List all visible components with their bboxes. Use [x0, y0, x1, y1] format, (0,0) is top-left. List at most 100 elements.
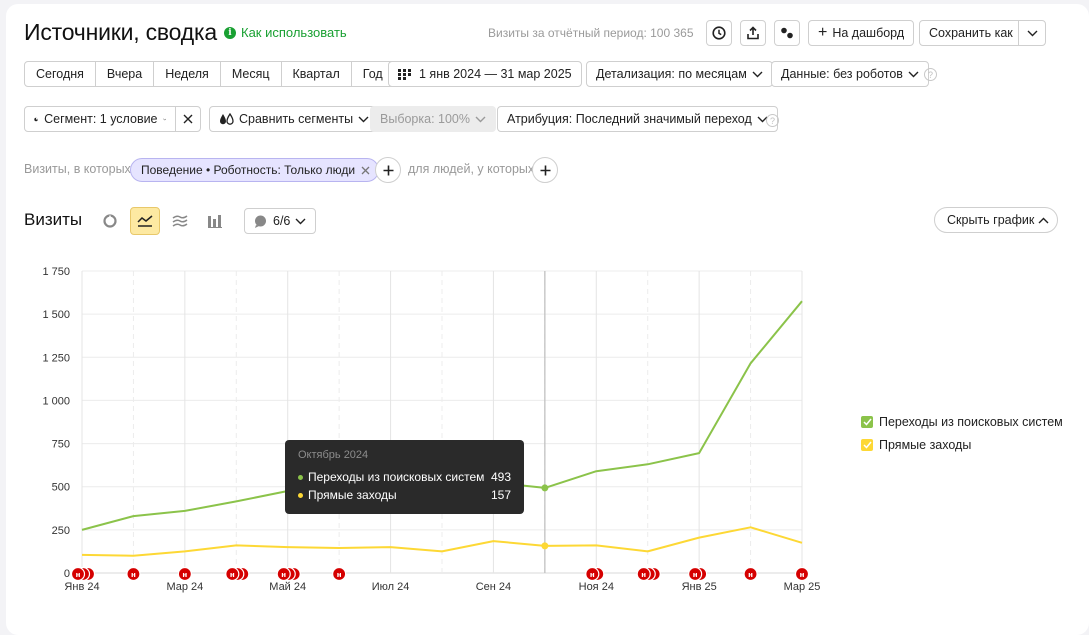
- filters-visits-label: Визиты, в которых: [24, 162, 131, 176]
- tooltip-name: Прямые заходы: [308, 488, 397, 502]
- plus-icon: [540, 165, 550, 175]
- bar-chart-icon: [208, 214, 222, 228]
- section-title: Визиты: [24, 210, 83, 229]
- tooltip-value: 157: [490, 488, 511, 502]
- filter-chip[interactable]: Поведение • Роботность: Только люди: [130, 158, 380, 182]
- annotation-glyph: н: [131, 571, 136, 579]
- tooltip-row-direct: Прямые заходы 157: [298, 486, 511, 504]
- x-tick-label: Мар 24: [166, 581, 203, 593]
- y-tick-label: 1 000: [42, 395, 70, 407]
- annotation-glyph: н: [800, 571, 805, 579]
- info-icon: i: [224, 26, 236, 39]
- pie-chart-icon: [103, 214, 117, 228]
- help-icon[interactable]: ?: [766, 114, 779, 127]
- filters-people-label: для людей, у которых: [408, 162, 535, 176]
- chart-type-bar[interactable]: [200, 207, 230, 235]
- y-tick-label: 0: [64, 568, 70, 580]
- period-yesterday[interactable]: Вчера: [96, 62, 155, 86]
- y-tick-label: 250: [52, 525, 70, 537]
- calendar-icon: [398, 68, 411, 80]
- hide-chart-button[interactable]: Скрыть график: [934, 207, 1059, 233]
- chevron-down-icon: [1027, 30, 1037, 36]
- attribution-dropdown[interactable]: Атрибуция: Последний значимый переход: [497, 106, 778, 132]
- visits-total: Визиты за отчётный период: 100 365: [488, 26, 694, 40]
- area-chart-icon: [172, 215, 188, 227]
- comment-icon: [255, 215, 266, 228]
- report-card: Источники, сводка i Как использовать Виз…: [6, 4, 1089, 635]
- period-week[interactable]: Неделя: [154, 62, 221, 86]
- period-today[interactable]: Сегодня: [25, 62, 96, 86]
- period-month[interactable]: Месяц: [221, 62, 282, 86]
- annotation-glyph: н: [182, 571, 187, 579]
- legend-item-search[interactable]: Переходы из поисковых систем: [861, 412, 1063, 432]
- line-chart-icon: [137, 215, 153, 227]
- legend-item-direct[interactable]: Прямые заходы: [861, 435, 1063, 455]
- detail-label: Детализация: по месяцам: [596, 67, 747, 81]
- plus-icon: [383, 165, 393, 175]
- drops-icon: [220, 112, 234, 125]
- annotation-glyph: н: [748, 571, 753, 579]
- close-icon[interactable]: [361, 166, 370, 175]
- pie-icon: [34, 117, 38, 121]
- history-button[interactable]: [706, 20, 732, 46]
- filter-chip-label: Поведение • Роботность: Только люди: [141, 163, 356, 177]
- chevron-down-icon: [475, 116, 486, 122]
- tooltip-title: Октябрь 2024: [298, 449, 369, 461]
- upload-icon: [747, 26, 759, 40]
- annotations-dropdown[interactable]: 6/6: [244, 208, 317, 234]
- annotation-glyph: н: [590, 571, 595, 579]
- tooltip-row-search: Переходы из поисковых систем 493: [298, 468, 511, 486]
- chart-type-line[interactable]: [130, 207, 160, 235]
- series-dot: [298, 492, 303, 498]
- segment-dropdown[interactable]: Сегмент: 1 условие: [24, 106, 176, 132]
- save-as-button[interactable]: Сохранить как: [919, 20, 1019, 46]
- compare-segments-dropdown[interactable]: Сравнить сегменты: [209, 106, 380, 132]
- quote-icon: [781, 27, 793, 39]
- visits-chart[interactable]: 0 250 500 750 1 000 1 250 1 500 1 750 Янв 24 Мар …: [6, 254, 836, 604]
- chart-type-pie[interactable]: [95, 207, 125, 235]
- share-button[interactable]: [774, 20, 800, 46]
- period-selector: Сегодня Вчера Неделя Месяц Квартал Год: [24, 61, 395, 87]
- help-icon[interactable]: ?: [924, 68, 937, 81]
- add-people-filter-button[interactable]: [532, 157, 558, 183]
- x-tick-label: Мар 25: [784, 581, 821, 593]
- chevron-down-icon: [295, 218, 306, 224]
- x-tick-label: Июл 24: [372, 581, 410, 593]
- x-tick-label: Янв 24: [64, 581, 99, 593]
- chevron-up-icon: [1038, 217, 1049, 223]
- x-tick-label: Янв 25: [682, 581, 717, 593]
- annotation-glyph: н: [281, 571, 286, 579]
- chart-legend: Переходы из поисковых систем Прямые захо…: [861, 412, 1063, 458]
- export-button[interactable]: [740, 20, 766, 46]
- detail-dropdown[interactable]: Детализация: по месяцам: [586, 61, 773, 87]
- data-point: [541, 542, 549, 550]
- y-tick-label: 1 500: [42, 309, 70, 321]
- save-as-dropdown[interactable]: [1018, 20, 1046, 46]
- chevron-down-icon: [752, 71, 763, 77]
- howto-label: Как использовать: [241, 25, 347, 40]
- data-filter-label: Данные: без роботов: [781, 67, 903, 81]
- sample-dropdown[interactable]: Выборка: 100%: [370, 106, 496, 132]
- date-range-button[interactable]: 1 янв 2024 — 31 мар 2025: [388, 61, 582, 87]
- chevron-down-icon: [162, 118, 166, 120]
- date-range-label: 1 янв 2024 — 31 мар 2025: [419, 67, 572, 81]
- add-visit-filter-button[interactable]: [375, 157, 401, 183]
- clear-segment-button[interactable]: [175, 106, 201, 132]
- chart-type-area[interactable]: [165, 207, 195, 235]
- clock-icon: [712, 26, 726, 40]
- sample-label: Выборка: 100%: [380, 112, 470, 126]
- to-dashboard-button[interactable]: + На дашборд: [808, 20, 915, 46]
- x-tick-label: Сен 24: [476, 581, 511, 593]
- x-tick-label: Ноя 24: [579, 581, 614, 593]
- x-tick-label: Май 24: [269, 581, 306, 593]
- chevron-down-icon: [908, 71, 919, 77]
- compare-segments-label: Сравнить сегменты: [239, 112, 354, 126]
- data-filter-dropdown[interactable]: Данные: без роботов: [771, 61, 929, 87]
- segment-label: Сегмент: 1 условие: [44, 112, 158, 126]
- howto-link[interactable]: i Как использовать: [224, 25, 347, 40]
- close-icon: [183, 114, 193, 124]
- period-quarter[interactable]: Квартал: [282, 62, 352, 86]
- y-tick-label: 1 250: [42, 352, 70, 364]
- legend-label-direct: Прямые заходы: [879, 438, 972, 452]
- annotation-glyph: н: [693, 571, 698, 579]
